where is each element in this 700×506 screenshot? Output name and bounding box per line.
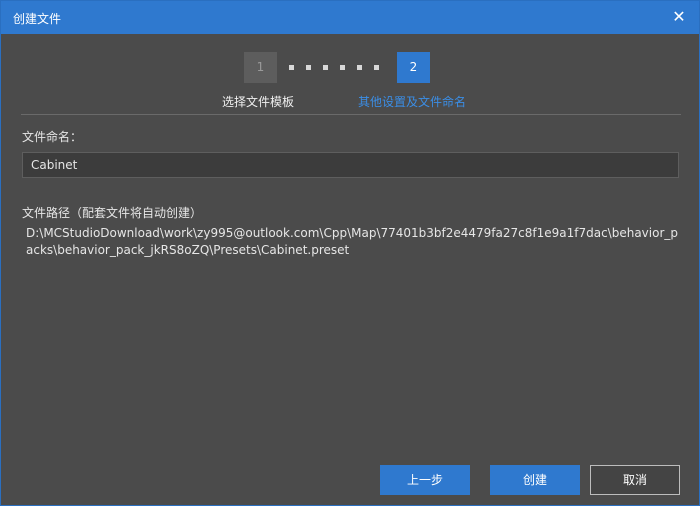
step-indicator-1: 1 [244, 52, 277, 83]
file-path-value: D:\MCStudioDownload\work\zy995@outlook.c… [26, 226, 679, 257]
progress-dot [374, 65, 379, 70]
create-file-dialog: 创建文件 ✕ 1 2 选择文件模板 其他设置及文件命名 文件命名： 文件路径（配… [0, 0, 700, 506]
progress-dot [289, 65, 294, 70]
step-indicator-2: 2 [397, 52, 430, 83]
progress-dot [306, 65, 311, 70]
step-progress-dots [289, 65, 384, 71]
dialog-title: 创建文件 [13, 12, 62, 26]
step-1-label: 选择文件模板 [222, 95, 295, 109]
cancel-button[interactable]: 取消 [590, 465, 680, 495]
divider [21, 114, 681, 115]
file-name-label: 文件命名： [22, 130, 83, 144]
create-button[interactable]: 创建 [490, 465, 580, 495]
file-name-input[interactable] [22, 152, 679, 178]
step-2-label: 其他设置及文件命名 [358, 95, 467, 109]
progress-dot [340, 65, 345, 70]
progress-dot [357, 65, 362, 70]
title-bar: 创建文件 ✕ [1, 1, 699, 34]
previous-step-button[interactable]: 上一步 [380, 465, 470, 495]
file-path-label: 文件路径（配套文件将自动创建） [22, 206, 203, 220]
close-icon[interactable]: ✕ [671, 9, 687, 25]
progress-dot [323, 65, 328, 70]
